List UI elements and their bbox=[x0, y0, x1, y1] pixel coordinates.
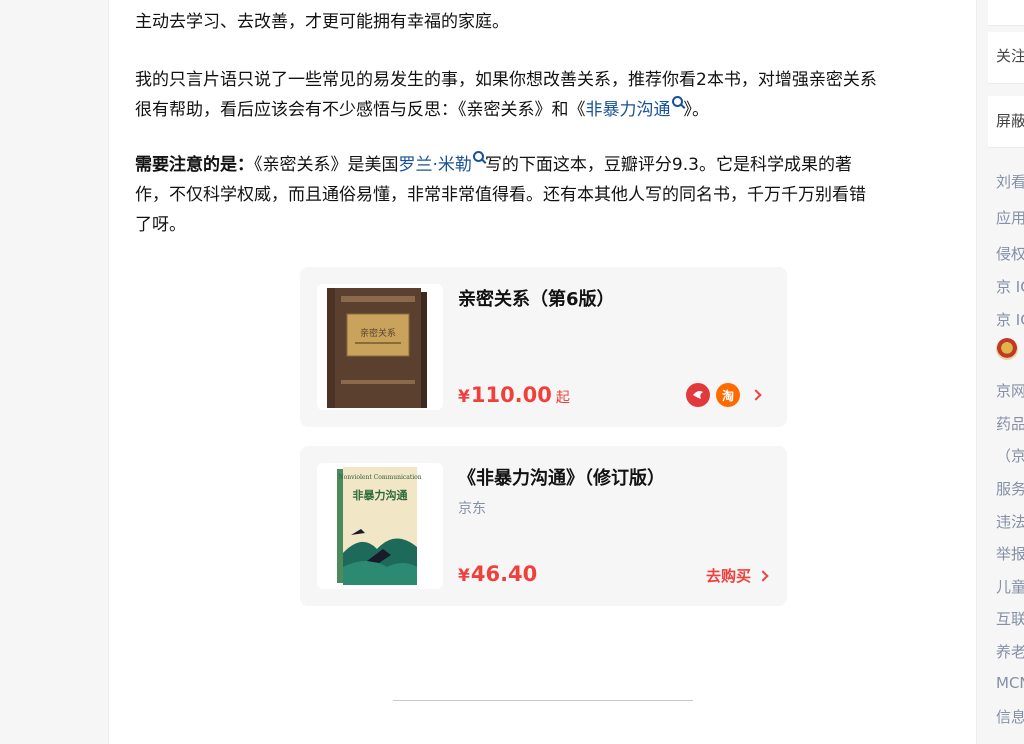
cover-english-title: Nonviolent Communication bbox=[338, 474, 421, 481]
book-title: 《非暴力沟通》（修订版） bbox=[458, 468, 665, 489]
sidebar-block-block[interactable]: 屏蔽 bbox=[988, 96, 1024, 148]
paragraph-3: 需要注意的是：《亲密关系》是美国罗兰·米勒 写的下面这本，豆瓣评分9.3。它是科学… bbox=[135, 150, 955, 240]
article-body: 主动去学习、去改善，才更可能拥有幸福的家庭。 我的只言片语只说了一些常见的易发生… bbox=[108, 0, 977, 744]
paragraph-1: 主动去学习、去改善，才更可能拥有幸福的家庭。 bbox=[135, 7, 955, 37]
footer-link[interactable]: 侵权 bbox=[996, 243, 1024, 264]
paragraph-1-text: 主动去学习、去改善，才更可能拥有幸福的家庭。 bbox=[135, 12, 509, 32]
paragraph-2-line-1: 我的只言片语只说了一些常见的易发生的事，如果你想改善关系，推荐你看2本书，对增强… bbox=[135, 70, 877, 90]
footer-link[interactable]: （京 bbox=[996, 445, 1024, 466]
book-price: ¥110.00 起 bbox=[458, 383, 570, 407]
footer-link[interactable]: 京网 bbox=[996, 380, 1024, 401]
cover-title: 非暴力沟通 bbox=[353, 488, 408, 502]
footer-link[interactable]: 药品 bbox=[996, 413, 1024, 434]
sidebar-follow[interactable]: 关注 bbox=[996, 45, 1024, 66]
paragraph-3-text-2: 写的下面这本，豆瓣评分9.3。它是科学成果的著 bbox=[484, 155, 852, 175]
book-cover: Nonviolent Communication 非暴力沟通 bbox=[317, 463, 443, 589]
jd-logo-icon[interactable] bbox=[686, 383, 710, 407]
police-badge-icon bbox=[996, 338, 1018, 360]
paragraph-3-line-1: 需要注意的是：《亲密关系》是美国罗兰·米勒 写的下面这本，豆瓣评分9.3。它是科学… bbox=[135, 150, 955, 180]
footer-link[interactable]: 违法 bbox=[996, 511, 1024, 532]
footer-link[interactable]: 养老 bbox=[996, 641, 1024, 662]
sidebar-block-user[interactable]: 屏蔽 bbox=[996, 110, 1024, 131]
book-price: ¥46.40 bbox=[458, 562, 538, 586]
paragraph-2-text: 很有帮助，看后应该会有不少感悟与反思：《亲密关系》和《 bbox=[135, 100, 586, 120]
cover-title: 亲密关系 bbox=[360, 327, 396, 339]
book-card-nonviolent-communication[interactable]: Nonviolent Communication 非暴力沟通 《非暴力沟通》（修… bbox=[300, 446, 787, 606]
store-badges[interactable]: 淘 bbox=[686, 383, 762, 407]
right-sidebar: 关注 屏蔽 刘看 应用 侵权 京 IC 京 IC 京网 药品 （京 服务 违法 … bbox=[977, 0, 1024, 744]
taobao-logo-icon[interactable]: 淘 bbox=[716, 383, 740, 407]
store-name: 京东 bbox=[458, 501, 486, 517]
chevron-right-icon[interactable] bbox=[750, 389, 762, 401]
paragraph-3-line-2: 作，不仅科学权威，而且通俗易懂，非常非常值得看。还有本其他人写的同名书，千万千万… bbox=[135, 185, 866, 205]
search-icon bbox=[671, 96, 683, 107]
footer-link[interactable]: 应用 bbox=[996, 207, 1024, 228]
author-link-roland-miller[interactable]: 罗兰·米勒 bbox=[399, 151, 485, 175]
paragraph-2: 我的只言片语只说了一些常见的易发生的事，如果你想改善关系，推荐你看2本书，对增强… bbox=[135, 65, 955, 125]
footer-link[interactable]: 互联 bbox=[996, 608, 1024, 629]
book-link-nonviolent-communication[interactable]: 非暴力沟通 bbox=[586, 96, 684, 120]
book-title: 亲密关系（第6版） bbox=[458, 289, 615, 310]
paragraph-2-end: 》。 bbox=[683, 100, 710, 120]
search-icon bbox=[472, 151, 484, 162]
book-cover: 亲密关系 bbox=[317, 284, 443, 410]
book-card-intimate-relationships[interactable]: 亲密关系 亲密关系（第6版） ¥110.00 起 淘 bbox=[300, 267, 787, 427]
footer-link[interactable]: MCN bbox=[996, 674, 1024, 692]
footer-link[interactable]: 刘看 bbox=[996, 171, 1024, 192]
footer-link[interactable]: 举报 bbox=[996, 543, 1024, 564]
buy-button[interactable]: 去购买 bbox=[706, 565, 769, 586]
footer-link[interactable]: 京 IC bbox=[996, 309, 1024, 330]
footer-link[interactable]: 儿童 bbox=[996, 576, 1024, 597]
footer-link[interactable]: 信息 bbox=[996, 706, 1024, 727]
chevron-right-icon bbox=[757, 569, 769, 582]
footer-link[interactable]: 京 IC bbox=[996, 276, 1024, 297]
divider bbox=[393, 700, 693, 701]
sidebar-block-follow[interactable]: 关注 bbox=[988, 32, 1024, 84]
paragraph-3-line-3: 了呀。 bbox=[135, 215, 186, 235]
paragraph-2-line-2: 很有帮助，看后应该会有不少感悟与反思：《亲密关系》和《非暴力沟通 》。 bbox=[135, 95, 955, 125]
note-heading: 需要注意的是： bbox=[135, 155, 254, 175]
paragraph-3-text: 《亲密关系》是美国 bbox=[254, 155, 399, 175]
footer-link[interactable]: 服务 bbox=[996, 478, 1024, 499]
sidebar-block-top bbox=[988, 0, 1024, 26]
